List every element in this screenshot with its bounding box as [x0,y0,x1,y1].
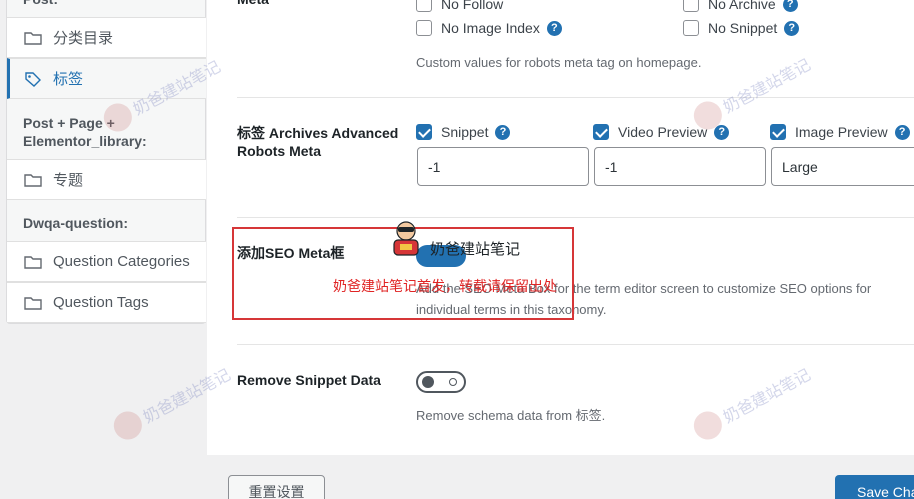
sidebar-item-question-categories[interactable]: Question Categories [7,241,206,282]
checkbox-snippet[interactable]: Snippet ? [416,124,511,140]
advanced-robots-label-2: Robots Meta [237,143,321,159]
sidebar-heading-post-page-2: Elementor_library: [23,133,147,149]
checkbox-label: No Follow [441,0,504,12]
advanced-robots-label-1: 标签 Archives Advanced [237,125,399,141]
checkbox-label: No Archive [708,0,776,12]
checkbox-label: Snippet [441,124,489,140]
checkbox-box[interactable] [683,20,699,36]
sidebar-item-question-tags[interactable]: Question Tags [7,282,206,323]
checkbox-box[interactable] [593,124,609,140]
image-preview-select[interactable]: Large [771,147,914,186]
checkbox-image-preview[interactable]: Image Preview ? [770,124,910,140]
sidebar-item-topics[interactable]: 专题 [7,159,206,200]
snippet-length-input[interactable]: -1 [417,147,589,186]
checkbox-box[interactable] [416,124,432,140]
checkbox-no-follow[interactable]: No Follow [416,0,503,12]
sidebar-item-label: 标签 [53,71,84,88]
folder-icon [23,30,43,46]
checkbox-box[interactable] [683,0,699,12]
checkbox-label: No Image Index [441,20,540,36]
remove-snippet-toggle[interactable] [416,371,466,393]
checkbox-box[interactable] [416,20,432,36]
remove-snippet-label: Remove Snippet Data [237,372,381,388]
sidebar-item-label: Question Categories [53,253,190,270]
checkbox-box[interactable] [770,124,786,140]
checkbox-label: Image Preview [795,124,888,140]
sidebar-item-label: 分类目录 [53,30,114,47]
help-icon[interactable]: ? [894,124,910,140]
folder-icon [23,254,43,270]
toggle-off-indicator [449,378,457,386]
settings-footer: 重置设置 Save Changes [207,455,914,499]
checkbox-box[interactable] [416,0,432,12]
reset-settings-button[interactable]: 重置设置 [228,475,325,499]
sidebar-item-label: 专题 [53,172,84,189]
settings-sidebar: Post: 分类目录 标签 Post + Page + Elementor_li… [6,0,206,324]
help-icon[interactable]: ? [782,0,798,12]
checkbox-no-archive[interactable]: No Archive ? [683,0,798,12]
folder-icon [23,295,43,311]
help-icon[interactable]: ? [495,124,511,140]
help-icon[interactable]: ? [784,20,800,36]
sidebar-heading-dwqa: Dwqa-question: [23,215,128,231]
watermark-brand-text: 奶爸建站笔记 [430,241,521,258]
robots-meta-label: Meta [237,0,269,8]
row-divider [237,97,914,98]
checkbox-no-snippet[interactable]: No Snippet ? [683,20,800,36]
row-divider [237,344,914,345]
checkbox-no-image-index[interactable]: No Image Index ? [416,20,562,36]
sidebar-heading-post: Post: [23,0,58,8]
save-changes-button[interactable]: Save Changes [835,475,914,499]
checkbox-label: Video Preview [618,124,708,140]
row-divider [237,217,914,218]
watermark-notice-text: 奶爸建站笔记首发，转载请保留出处 [333,278,557,294]
folder-icon [23,172,43,188]
video-preview-input[interactable]: -1 [594,147,766,186]
sidebar-item-categories[interactable]: 分类目录 [7,17,206,58]
help-icon[interactable]: ? [546,20,562,36]
remove-snippet-description: Remove schema data from 标签. [416,408,606,423]
toggle-knob [422,376,434,388]
checkbox-label: No Snippet [708,20,778,36]
help-icon[interactable]: ? [714,124,730,140]
sidebar-item-label: Question Tags [53,294,149,311]
tag-icon [23,71,43,87]
robots-meta-description: Custom values for robots meta tag on hom… [416,55,702,70]
mascot-icon [388,219,428,257]
